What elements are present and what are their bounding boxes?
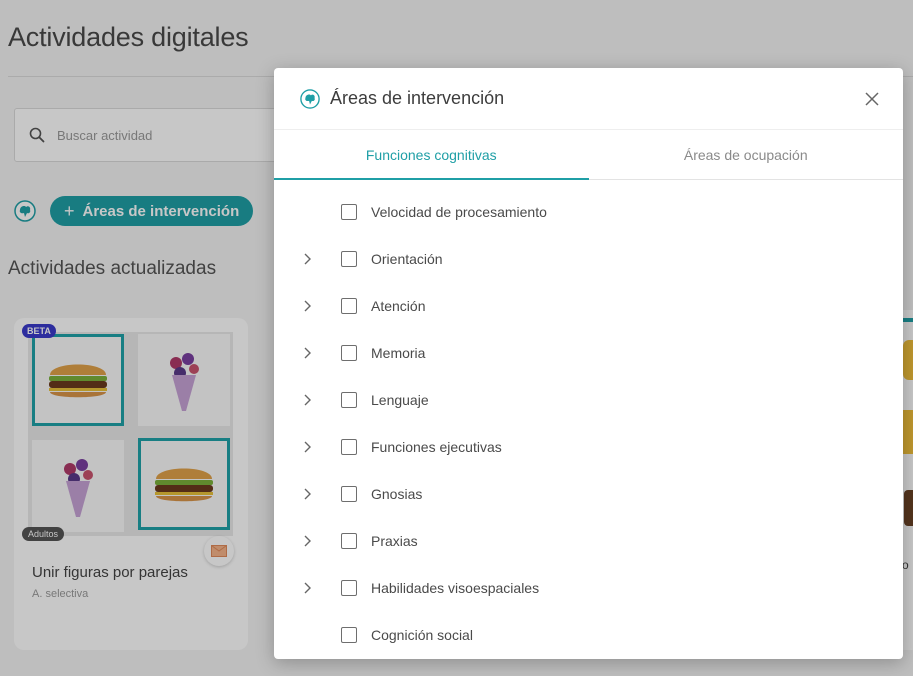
list-item-atencion[interactable]: Atención (274, 282, 903, 329)
checkbox[interactable] (341, 250, 357, 267)
chevron-right-icon[interactable] (302, 347, 314, 359)
checkbox[interactable] (341, 297, 357, 314)
modal-tabs: Funciones cognitivas Áreas de ocupación (274, 130, 903, 180)
list-item-velocidad-procesamiento[interactable]: Velocidad de procesamiento (274, 188, 903, 235)
close-icon (865, 92, 879, 106)
list-item-funciones-ejecutivas[interactable]: Funciones ejecutivas (274, 423, 903, 470)
chevron-right-icon[interactable] (302, 488, 314, 500)
list-item-label: Orientación (371, 250, 443, 267)
list-item-lenguaje[interactable]: Lenguaje (274, 376, 903, 423)
chevron-right-icon[interactable] (302, 394, 314, 406)
list-item-habilidades-visoespaciales[interactable]: Habilidades visoespaciales (274, 564, 903, 611)
brain-icon (300, 88, 320, 109)
modal-title: Áreas de intervención (330, 88, 505, 108)
checkbox[interactable] (341, 344, 357, 361)
list-item-label: Praxias (371, 532, 418, 549)
list-item-label: Lenguaje (371, 391, 429, 408)
checkbox[interactable] (341, 626, 357, 643)
list-item-memoria[interactable]: Memoria (274, 329, 903, 376)
list-item-cognicion-social[interactable]: Cognición social (274, 611, 903, 658)
checkbox[interactable] (341, 579, 357, 596)
chevron-right-icon[interactable] (302, 582, 314, 594)
tab-funciones-cognitivas[interactable]: Funciones cognitivas (274, 130, 589, 180)
list-item-label: Cognición social (371, 626, 473, 643)
list-item-gnosias[interactable]: Gnosias (274, 470, 903, 517)
checkbox[interactable] (341, 438, 357, 455)
checkbox[interactable] (341, 203, 357, 220)
checkbox[interactable] (341, 391, 357, 408)
modal-header: Áreas de intervención (274, 68, 903, 130)
chevron-right-icon[interactable] (302, 300, 314, 312)
chevron-right-icon[interactable] (302, 441, 314, 453)
list-item-label: Velocidad de procesamiento (371, 203, 547, 220)
areas-intervention-modal: Áreas de intervención Funciones cognitiv… (274, 68, 903, 659)
checkbox[interactable] (341, 532, 357, 549)
tab-areas-ocupacion[interactable]: Áreas de ocupación (589, 130, 904, 179)
list-item-label: Atención (371, 297, 426, 314)
areas-list: Velocidad de procesamiento Orientación A… (274, 180, 903, 658)
list-item-orientacion[interactable]: Orientación (274, 235, 903, 282)
checkbox[interactable] (341, 485, 357, 502)
list-item-praxias[interactable]: Praxias (274, 517, 903, 564)
close-button[interactable] (861, 88, 883, 110)
chevron-right-icon[interactable] (302, 535, 314, 547)
list-item-label: Gnosias (371, 485, 423, 502)
list-item-label: Funciones ejecutivas (371, 438, 502, 455)
list-item-label: Memoria (371, 344, 426, 361)
list-item-label: Habilidades visoespaciales (371, 579, 540, 596)
chevron-right-icon[interactable] (302, 253, 314, 265)
